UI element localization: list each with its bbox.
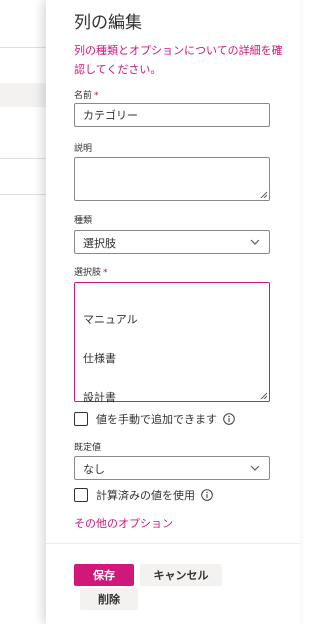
delete-button[interactable]: 削除 xyxy=(80,588,138,610)
required-marker: * xyxy=(103,268,108,278)
resize-handle-icon[interactable] xyxy=(260,392,267,399)
choices-textarea[interactable]: マニュアル 仕様書 設計書 xyxy=(74,282,270,404)
info-icon[interactable] xyxy=(201,489,213,501)
background-list xyxy=(0,0,46,624)
choice-item: マニュアル xyxy=(83,313,138,326)
calculated-row: 計算済みの値を使用 xyxy=(74,487,213,503)
type-select-value: 選択肢 xyxy=(83,237,116,250)
choice-item: 設計書 xyxy=(83,391,116,404)
name-label: 名前 * xyxy=(74,91,99,101)
default-value-label: 既定値 xyxy=(74,443,102,453)
choice-item: 仕様書 xyxy=(83,352,116,365)
footer-divider xyxy=(46,543,300,544)
manual-add-row: 値を手動で追加できます xyxy=(74,411,235,427)
info-link[interactable]: 列の種類とオプションについての詳細を確認してください。 xyxy=(74,41,284,79)
default-value-select[interactable]: なし xyxy=(74,456,270,480)
chevron-down-icon xyxy=(250,239,260,245)
manual-add-checkbox[interactable] xyxy=(74,412,88,426)
divider xyxy=(0,47,46,48)
calculated-checkbox[interactable] xyxy=(74,488,88,502)
description-label: 説明 xyxy=(74,144,93,154)
choices-label: 選択肢 * xyxy=(74,268,108,278)
calculated-label: 計算済みの値を使用 xyxy=(96,489,195,502)
panel-title: 列の編集 xyxy=(74,13,142,33)
description-textarea[interactable] xyxy=(74,157,270,201)
selected-row xyxy=(0,83,46,107)
more-options-link[interactable]: その他のオプション xyxy=(74,515,173,531)
default-value-select-value: なし xyxy=(83,463,105,476)
name-input[interactable]: カテゴリー xyxy=(74,103,270,127)
resize-handle-icon[interactable] xyxy=(260,191,267,198)
divider xyxy=(0,194,46,195)
save-button[interactable]: 保存 xyxy=(74,564,134,586)
manual-add-label: 値を手動で追加できます xyxy=(96,413,217,426)
required-marker: * xyxy=(94,91,99,101)
info-icon[interactable] xyxy=(223,413,235,425)
cancel-button[interactable]: キャンセル xyxy=(140,564,222,586)
type-select[interactable]: 選択肢 xyxy=(74,230,270,254)
type-label: 種類 xyxy=(74,216,93,226)
chevron-down-icon xyxy=(250,465,260,471)
divider xyxy=(0,158,46,159)
